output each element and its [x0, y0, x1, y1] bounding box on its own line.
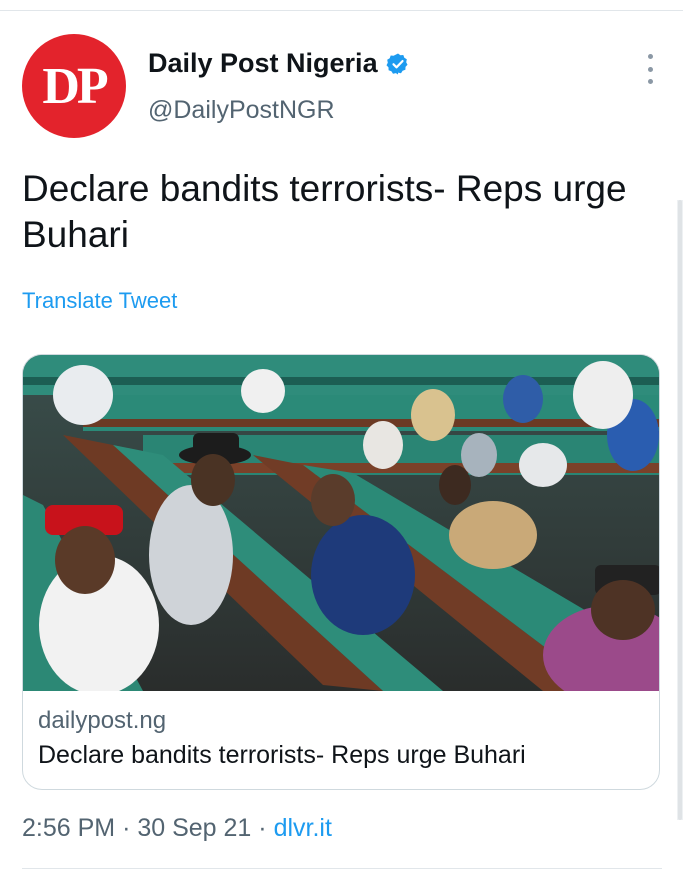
card-title: Declare bandits terrorists- Reps urge Bu… [38, 741, 526, 769]
parliament-photo [23, 355, 659, 691]
scrollbar[interactable] [677, 200, 683, 820]
meta-separator: · [122, 814, 131, 842]
display-name[interactable]: Daily Post Nigeria [148, 48, 378, 79]
handle[interactable]: @DailyPostNGR [148, 96, 335, 125]
more-options-icon[interactable] [644, 54, 656, 84]
name-row[interactable]: Daily Post Nigeria [148, 48, 410, 79]
verified-badge-icon [386, 53, 408, 74]
translate-tweet-link[interactable]: Translate Tweet [22, 288, 177, 314]
avatar-logo-text: DP [42, 57, 108, 115]
tweet-date[interactable]: 30 Sep 21 [137, 814, 251, 842]
tweet-meta: 2:56 PM · 30 Sep 21 · dlvr.it [22, 814, 332, 843]
meta-separator-2: · [258, 814, 267, 842]
bottom-divider [22, 868, 662, 869]
avatar[interactable]: DP [22, 34, 126, 138]
tweet-text: Declare bandits terrorists- Reps urge Bu… [22, 168, 627, 255]
tweet-time[interactable]: 2:56 PM [22, 814, 115, 842]
tweet-source-link[interactable]: dlvr.it [274, 814, 332, 842]
link-card[interactable]: dailypost.ng Declare bandits terrorists-… [22, 354, 660, 790]
card-image[interactable] [23, 355, 659, 691]
scrollbar-thumb[interactable] [678, 200, 682, 820]
top-divider [0, 10, 683, 11]
card-domain: dailypost.ng [38, 707, 167, 734]
tweet-header: DP Daily Post Nigeria @DailyPostNGR [22, 34, 662, 138]
